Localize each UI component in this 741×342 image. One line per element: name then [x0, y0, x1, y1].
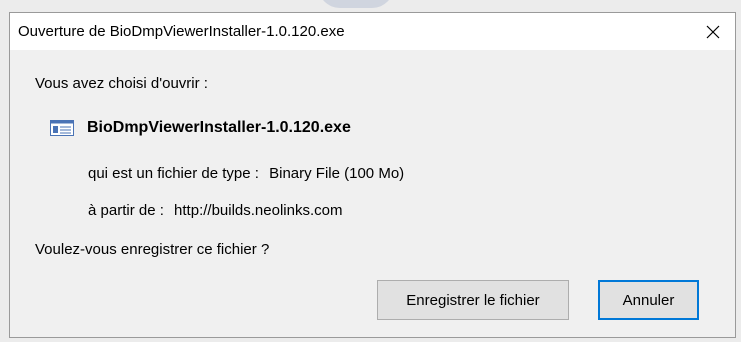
file-type-line: qui est un fichier de type : Binary File…: [88, 165, 404, 182]
file-row: BioDmpViewerInstaller-1.0.120.exe: [50, 118, 351, 138]
background-window-graphic: [318, 0, 394, 8]
save-question: Voulez-vous enregistrer ce fichier ?: [35, 241, 270, 258]
source-url: http://builds.neolinks.com: [174, 202, 343, 219]
file-type-value: Binary File (100 Mo): [269, 165, 405, 182]
executable-file-icon: [50, 120, 74, 136]
dialog-title: Ouverture de BioDmpViewerInstaller-1.0.1…: [18, 23, 345, 40]
title-bar: Ouverture de BioDmpViewerInstaller-1.0.1…: [10, 13, 735, 50]
close-button[interactable]: [691, 13, 735, 50]
source-line: à partir de : http://builds.neolinks.com: [88, 202, 342, 219]
source-label: à partir de :: [88, 202, 164, 219]
open-prompt: Vous avez choisi d'ouvrir :: [35, 75, 208, 92]
file-name: BioDmpViewerInstaller-1.0.120.exe: [87, 119, 351, 136]
close-icon: [706, 25, 720, 38]
open-file-dialog: Ouverture de BioDmpViewerInstaller-1.0.1…: [9, 12, 736, 338]
file-type-label: qui est un fichier de type :: [88, 165, 259, 182]
cancel-button[interactable]: Annuler: [598, 280, 699, 320]
save-file-button[interactable]: Enregistrer le fichier: [377, 280, 569, 320]
